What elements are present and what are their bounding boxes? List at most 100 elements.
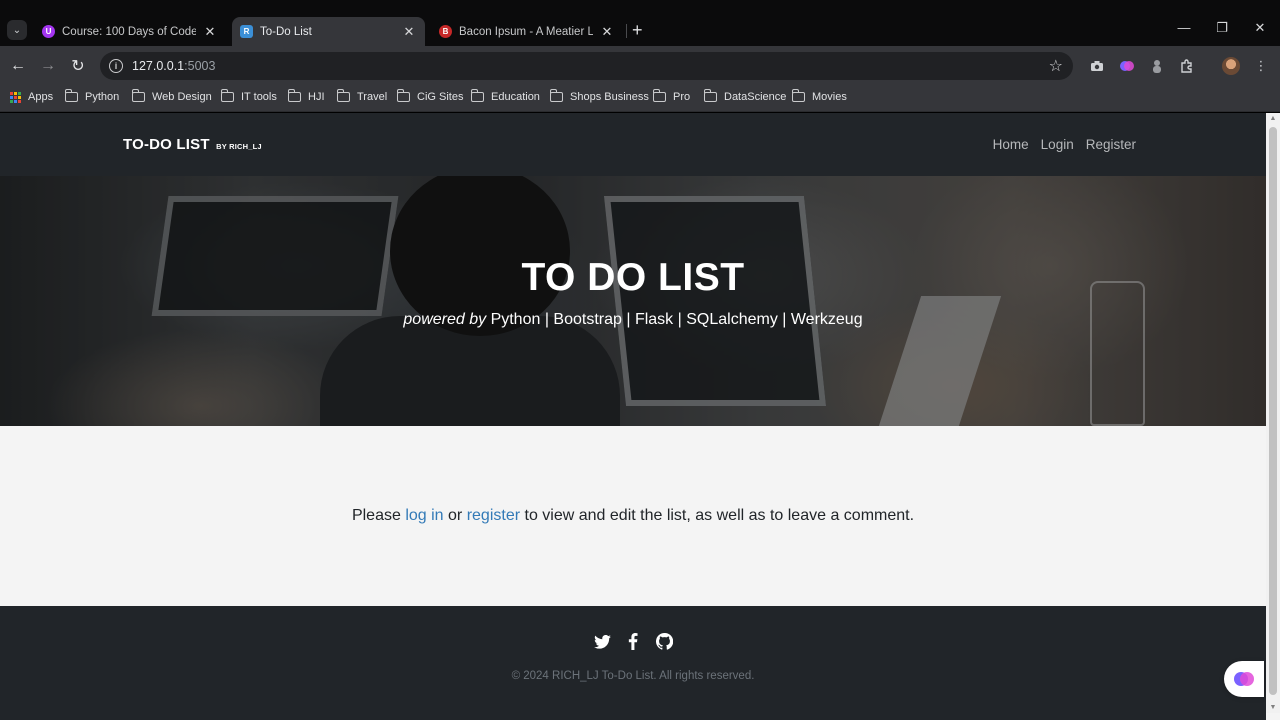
scroll-down-arrow-icon[interactable]: ▼ <box>1269 704 1277 711</box>
folder-icon <box>336 89 350 102</box>
address-bar[interactable]: i 127.0.0.1:5003 ☆ <box>100 52 1073 80</box>
bookmark-label: Education <box>491 91 540 103</box>
bookmark-folder-datascience[interactable]: DataScience <box>703 89 787 103</box>
folder-icon <box>64 89 78 102</box>
bookmark-folder-education[interactable]: Education <box>470 89 540 103</box>
bookmark-label: Web Design <box>152 91 212 103</box>
bookmark-label: Shops Business <box>570 91 649 103</box>
bookmark-folder-python[interactable]: Python <box>64 89 120 103</box>
folder-icon <box>703 89 717 102</box>
restore-icon[interactable]: ❐ <box>1212 20 1232 36</box>
new-tab-button[interactable]: + <box>632 21 643 39</box>
nav-home-link[interactable]: Home <box>993 137 1029 152</box>
hero-powered-by: powered by <box>403 311 487 328</box>
prompt-text: Please <box>351 507 406 524</box>
folder-icon <box>396 89 410 102</box>
bookmark-label: DataScience <box>724 91 787 103</box>
tab-title: To-Do List <box>260 25 312 38</box>
tab-course[interactable]: U Course: 100 Days of Code: The ✕ <box>34 17 226 46</box>
bookmark-folder-movies[interactable]: Movies <box>791 89 847 103</box>
url-port: :5003 <box>184 59 216 73</box>
nav-links: Home Login Register <box>993 137 1136 152</box>
hero-title: TO DO LIST <box>521 256 745 299</box>
github-icon[interactable] <box>655 633 673 650</box>
copyright-text: © 2024 RICH_LJ To-Do List. All rights re… <box>511 670 755 682</box>
bookmark-folder-pro[interactable]: Pro <box>652 89 691 103</box>
scrollbar-thumb[interactable] <box>1269 127 1277 695</box>
camera-extension-icon[interactable] <box>1088 57 1106 75</box>
back-arrow-icon[interactable]: ← <box>8 56 28 76</box>
folder-icon <box>549 89 563 102</box>
tab-search-button[interactable]: ⌄ <box>7 20 27 40</box>
bookmark-folder-web-design[interactable]: Web Design <box>131 89 212 103</box>
url-text[interactable]: 127.0.0.1:5003 <box>132 59 215 73</box>
udemy-favicon-icon: U <box>42 25 55 38</box>
minimize-icon[interactable]: — <box>1174 20 1194 35</box>
tab-bacon-ipsum[interactable]: B Bacon Ipsum - A Meatier Lorem ✕ <box>431 17 623 46</box>
bookmark-label: CiG Sites <box>417 91 464 103</box>
site-brand[interactable]: TO-DO LIST BY RICH_LJ <box>123 136 262 153</box>
hero-overlay <box>0 176 1266 426</box>
forward-arrow-icon[interactable]: → <box>38 56 58 76</box>
twitter-icon[interactable] <box>593 633 611 650</box>
tab-title: Bacon Ipsum - A Meatier Lorem <box>459 25 593 38</box>
page-scrollbar[interactable]: ▲ ▼ <box>1266 113 1280 713</box>
bookmark-apps[interactable]: Apps <box>10 91 53 103</box>
bookmark-label: Movies <box>812 91 847 103</box>
bookmark-folder-cig-sites[interactable]: CiG Sites <box>396 89 464 103</box>
browser-tabstrip: ⌄ U Course: 100 Days of Code: The ✕ R To… <box>0 0 1280 46</box>
bookmark-label: Pro <box>673 91 691 103</box>
bookmark-label: HJI <box>308 91 325 103</box>
social-links <box>0 633 1266 650</box>
bookmark-label: Python <box>85 91 120 103</box>
todo-favicon-icon: R <box>240 25 253 38</box>
register-link[interactable]: register <box>467 507 520 524</box>
site-info-icon[interactable]: i <box>109 59 123 73</box>
nav-register-link[interactable]: Register <box>1086 137 1136 152</box>
folder-icon <box>791 89 805 102</box>
close-window-icon[interactable]: ✕ <box>1250 20 1270 36</box>
browser-toolbar: ← → ↻ i 127.0.0.1:5003 ☆ ⋮ <box>0 46 1280 86</box>
brain-icon <box>1234 672 1254 686</box>
scroll-up-arrow-icon[interactable]: ▲ <box>1269 115 1277 122</box>
bookmarks-bar: Apps Python Web Design IT tools HJI Trav… <box>0 86 1280 112</box>
bookmark-label: IT tools <box>241 91 277 103</box>
hero-banner: TO DO LIST powered by Python | Bootstrap… <box>0 176 1266 426</box>
tab-title: Course: 100 Days of Code: The <box>62 25 196 38</box>
site-footer: © 2024 RICH_LJ To-Do List. All rights re… <box>0 606 1266 720</box>
folder-icon <box>652 89 666 102</box>
page-viewport: TO-DO LIST BY RICH_LJ Home Login Registe… <box>0 113 1280 720</box>
folder-icon <box>220 89 234 102</box>
bookmark-folder-travel[interactable]: Travel <box>336 89 387 103</box>
main-content: Please log in or register to view and ed… <box>0 426 1266 606</box>
url-host: 127.0.0.1 <box>132 59 185 73</box>
browser-menu-icon[interactable]: ⋮ <box>1252 57 1270 75</box>
bookmark-folder-it-tools[interactable]: IT tools <box>220 89 277 103</box>
brain-extension-icon[interactable] <box>1118 57 1136 75</box>
folder-icon <box>287 89 301 102</box>
site-navbar: TO-DO LIST BY RICH_LJ Home Login Registe… <box>0 113 1266 176</box>
extension-puzzle-person-icon[interactable] <box>1148 57 1166 75</box>
close-tab-icon[interactable]: ✕ <box>599 24 615 40</box>
reload-icon[interactable]: ↻ <box>68 56 88 76</box>
folder-icon <box>131 89 145 102</box>
close-tab-icon[interactable]: ✕ <box>202 24 218 40</box>
extensions-puzzle-icon[interactable] <box>1178 57 1196 75</box>
login-link[interactable]: log in <box>405 507 443 524</box>
folder-icon <box>470 89 484 102</box>
bookmark-star-icon[interactable]: ☆ <box>1049 56 1063 76</box>
bookmark-folder-hji[interactable]: HJI <box>287 89 325 103</box>
tab-separator <box>626 24 627 38</box>
nav-login-link[interactable]: Login <box>1041 137 1074 152</box>
brand-byline: BY RICH_LJ <box>216 142 262 151</box>
tab-todo-list[interactable]: R To-Do List ✕ <box>232 17 425 46</box>
assistant-floating-button[interactable] <box>1224 661 1264 697</box>
login-prompt: Please log in or register to view and ed… <box>0 507 1266 525</box>
profile-avatar[interactable] <box>1222 57 1240 75</box>
bookmark-folder-shops-business[interactable]: Shops Business <box>549 89 649 103</box>
facebook-icon[interactable] <box>625 633 642 650</box>
hero-subtitle: powered by Python | Bootstrap | Flask | … <box>0 311 1266 329</box>
apps-grid-icon <box>10 91 21 103</box>
close-tab-icon[interactable]: ✕ <box>401 24 417 40</box>
bacon-favicon-icon: B <box>439 25 452 38</box>
